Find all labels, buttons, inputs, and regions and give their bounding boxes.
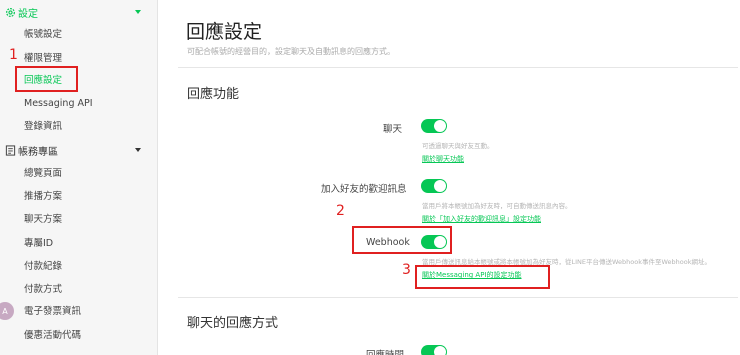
sidebar-item-permissions[interactable]: 權限管理 <box>24 53 62 65</box>
sidebar-section-settings[interactable]: 設定 <box>0 1 158 23</box>
sidebar-item-e-invoice[interactable]: 電子發票資訊 <box>24 306 81 318</box>
sidebar-item-overview[interactable]: 總覽頁面 <box>24 168 62 180</box>
response-hours-toggle[interactable] <box>421 345 447 355</box>
sidebar: 設定 帳號設定 權限管理 回應設定 Messaging API 登錄資訊 帳務專… <box>0 0 158 355</box>
annotation-box-webhook <box>352 226 452 254</box>
sidebar-item-premium-id[interactable]: 專屬ID <box>24 238 53 250</box>
sidebar-item-account-settings[interactable]: 帳號設定 <box>24 29 62 41</box>
toggle-knob <box>434 180 446 192</box>
welcome-message-help-text: 當用戶將本帳號加為好友時，可自動傳送訊息內容。 <box>422 202 572 210</box>
gear-icon <box>6 7 15 17</box>
chat-help-text: 可透過聊天與好友互動。 <box>422 142 494 150</box>
chat-label: 聊天 <box>383 124 403 135</box>
sidebar-item-registration-info[interactable]: 登錄資訊 <box>24 121 62 133</box>
sidebar-item-promo-code[interactable]: 優惠活動代碼 <box>24 330 81 342</box>
response-hours-label: 回應時間 <box>366 347 404 355</box>
avatar[interactable]: A <box>0 302 14 320</box>
welcome-message-label: 加入好友的歡迎訊息 <box>321 184 407 195</box>
sidebar-item-payment-history[interactable]: 付款紀錄 <box>24 261 62 273</box>
chevron-down-icon <box>135 10 141 14</box>
sidebar-item-chat-plan[interactable]: 聊天方案 <box>24 214 62 226</box>
annotation-number-2: 2 <box>336 203 345 219</box>
page-description: 可配合帳號的經營目的，設定聊天及自動訊息的回應方式。 <box>187 47 395 56</box>
welcome-message-link[interactable]: 關於「加入好友的歡迎訊息」設定功能 <box>422 214 541 224</box>
annotation-number-3: 3 <box>402 262 411 278</box>
sidebar-section-account-label: 帳務專區 <box>18 146 58 158</box>
sidebar-item-push-plan[interactable]: 推播方案 <box>24 191 62 203</box>
annotation-number-1: 1 <box>9 47 18 63</box>
divider <box>178 297 738 298</box>
sidebar-section-settings-label: 設定 <box>18 8 38 20</box>
section-title-response-features: 回應功能 <box>187 87 240 102</box>
toggle-knob <box>434 120 446 132</box>
toggle-knob <box>434 346 446 355</box>
chat-link[interactable]: 關於聊天功能 <box>422 154 464 164</box>
annotation-box-response-settings <box>15 66 78 92</box>
sidebar-item-payment-method[interactable]: 付款方式 <box>24 284 62 296</box>
document-icon <box>5 144 16 156</box>
page-title: 回應設定 <box>186 21 263 43</box>
sidebar-section-account[interactable]: 帳務專區 <box>0 139 158 161</box>
chat-toggle[interactable] <box>421 119 447 133</box>
welcome-message-toggle[interactable] <box>421 179 447 193</box>
divider <box>178 67 738 68</box>
sidebar-item-messaging-api[interactable]: Messaging API <box>24 98 93 110</box>
annotation-box-messaging-api-link <box>415 265 550 289</box>
section-title-chat-response: 聊天的回應方式 <box>187 316 279 331</box>
chevron-down-icon <box>135 148 141 152</box>
